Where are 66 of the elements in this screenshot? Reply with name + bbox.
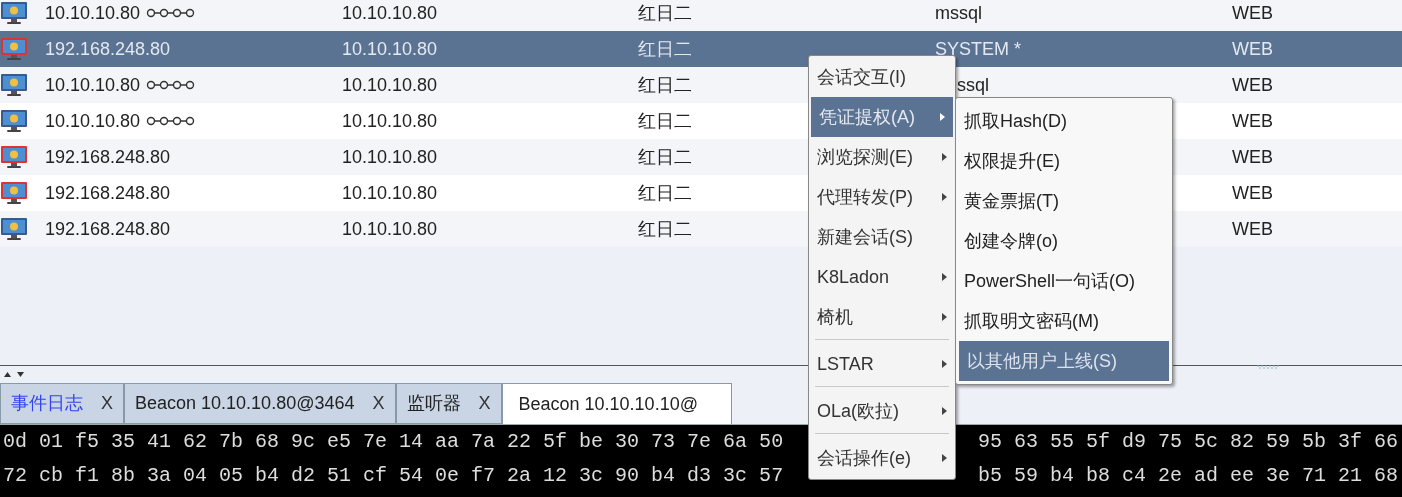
table-cell: WEB	[1232, 38, 1273, 59]
table-cell: WEB	[1232, 74, 1273, 95]
tab-label: Beacon 10.10.10.10@	[518, 392, 698, 416]
table-cell: 红日二	[638, 38, 692, 59]
menu-item[interactable]: 抓取明文密码(M)	[956, 301, 1172, 341]
table-cell: 10.10.10.80	[342, 218, 438, 239]
console-text: 72 cb f1 8b 3a 04 05 b4 d2 51 cf 54 0e f7 2a 12 3c 90 b4 d3 3c 57	[2, 463, 784, 489]
menu-item[interactable]: 凭证提权(A)	[811, 97, 953, 137]
table-cell: 红日二	[638, 2, 692, 23]
menu-item[interactable]: OLa(欧拉)	[809, 391, 955, 431]
menu-item[interactable]: PowerShell一句话(O)	[956, 261, 1172, 301]
table-cell: 红日二	[638, 218, 692, 239]
table-cell: 红日二	[638, 146, 692, 167]
table-cell-text: 10.10.10.80	[45, 1, 141, 25]
menu-item[interactable]: 浏览探测(E)	[809, 137, 955, 177]
table-cell: 红日二	[638, 74, 692, 95]
console-text: 95 63 55 5f d9 75 5c 82 59 5b 3f 66	[977, 429, 1398, 455]
table-cell: WEB	[1232, 110, 1273, 131]
table-cell: 红日二	[638, 182, 692, 203]
close-tab-button[interactable]: X	[101, 390, 113, 417]
table-cell: 10.10.10.80	[342, 2, 438, 23]
menu-item[interactable]: K8Ladon	[809, 257, 955, 297]
menu-item[interactable]: 权限提升(E)	[956, 141, 1172, 181]
table-cell: WEB	[1232, 218, 1273, 239]
console-text: 0d 01 f5 35 41 62 7b 68 9c e5 7e 14 aa 7a 22 5f be 30 73 7e 6a 50	[2, 429, 784, 455]
table-cell: WEB	[1232, 182, 1273, 203]
table-cell: mssql	[935, 2, 982, 23]
menu-item[interactable]: 代理转发(P)	[809, 177, 955, 217]
tab-label: 监听器	[406, 392, 461, 415]
tab-label: Beacon 10.10.10.80@3464	[135, 392, 355, 415]
table-cell: WEB	[1232, 2, 1273, 23]
menu-item[interactable]: 创建令牌(o)	[956, 221, 1172, 261]
table-cell: WEB	[1232, 146, 1273, 167]
table-cell: 10.10.10.80	[342, 182, 438, 203]
close-tab-button[interactable]: X	[372, 390, 385, 417]
table-cell-text: 10.10.10.80	[45, 73, 141, 97]
menu-item[interactable]: 新建会话(S)	[809, 217, 955, 257]
tab[interactable]: 监听器 X	[395, 383, 502, 424]
expand-down-icon[interactable]	[17, 372, 24, 377]
menu-item[interactable]: 会话操作(e)	[809, 438, 955, 478]
close-tab-button[interactable]: X	[478, 390, 491, 417]
tab[interactable]: Beacon 10.10.10.80@3464 X	[124, 383, 396, 424]
menu-item[interactable]: 以其他用户上线(S)	[959, 341, 1169, 381]
tab-label: 事件日志	[11, 392, 83, 415]
console-text: b5 59 b4 b8 c4 2e ad ee 3e 71 21 68	[977, 463, 1398, 489]
table-cell: 10.10.10.80	[342, 110, 438, 131]
table-cell-text: 192.168.248.80	[45, 37, 171, 61]
collapse-up-icon[interactable]	[4, 372, 11, 377]
table-cell-text: 192.168.248.80	[45, 217, 171, 241]
table-cell: 红日二	[638, 110, 692, 131]
table-cell: 10.10.10.80	[342, 38, 438, 59]
menu-item[interactable]: LSTAR	[809, 344, 955, 384]
menu-item[interactable]: 抓取Hash(D)	[956, 101, 1172, 141]
table-cell-text: 192.168.248.80	[45, 181, 171, 205]
table-cell-text: 10.10.10.80	[45, 109, 141, 133]
resize-grip-icon[interactable]	[1256, 365, 1280, 369]
table-cell-text: 192.168.248.80	[45, 145, 171, 169]
table-cell: 10.10.10.80	[342, 146, 438, 167]
table-cell: 10.10.10.80	[342, 74, 438, 95]
tab[interactable]: 事件日志 X	[0, 383, 124, 424]
menu-item[interactable]: 会话交互(I)	[809, 57, 955, 97]
tab[interactable]: Beacon 10.10.10.10@	[501, 383, 732, 424]
table-cell: ssql	[957, 74, 989, 95]
menu-item[interactable]: 椅机	[809, 297, 955, 337]
menu-item[interactable]: 黄金票据(T)	[956, 181, 1172, 221]
table-cell: SYSTEM *	[935, 38, 1022, 59]
